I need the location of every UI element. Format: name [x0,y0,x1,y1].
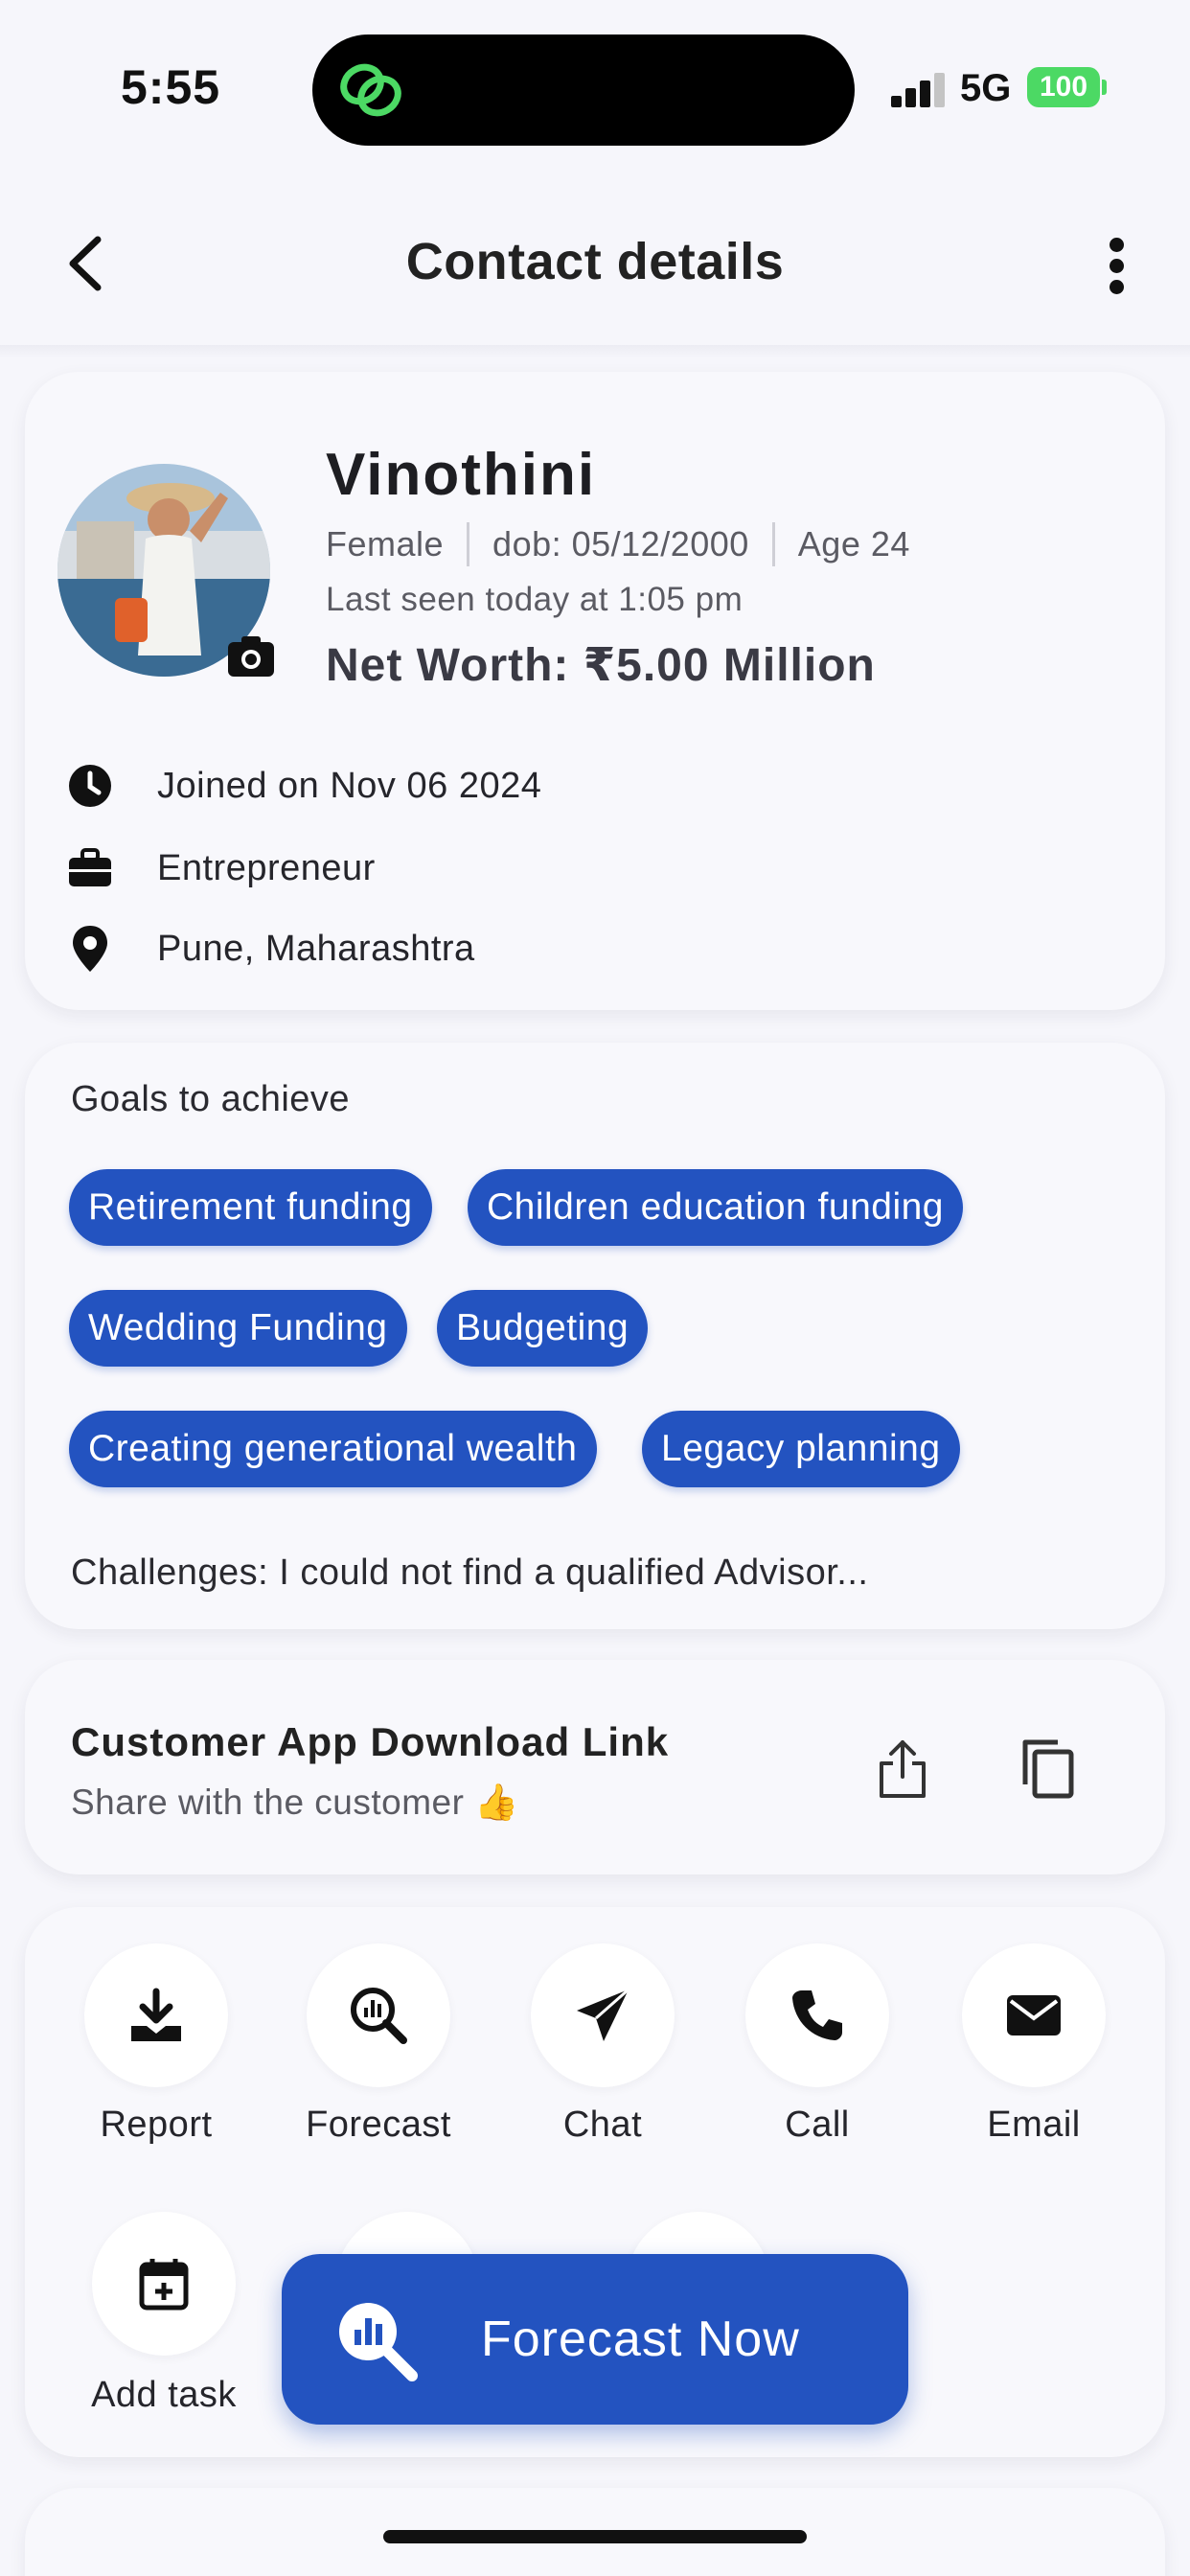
net-worth-text: Net Worth: ₹5.00 Million [326,640,876,691]
goal-chip[interactable]: Children education funding [468,1169,964,1246]
goal-chip[interactable]: Budgeting [437,1290,649,1367]
download-link-subtitle: Share with the customer 👍 [71,1782,519,1822]
status-time: 5:55 [121,60,221,114]
goal-chip[interactable]: Retirement funding [69,1169,432,1246]
battery-nub [1102,80,1107,95]
camera-icon[interactable] [226,632,276,678]
home-indicator[interactable] [383,2530,807,2543]
contact-name: Vinothini [326,442,597,508]
joined-row: Joined on Nov 06 2024 [67,763,541,809]
location-row: Pune, Maharashtra [67,926,475,972]
chat-label: Chat [562,2104,643,2145]
forecast-button[interactable] [307,1944,450,2087]
briefcase-icon [67,845,113,891]
signal-icon [891,73,947,107]
battery-icon: 100 [1027,67,1100,107]
phone-icon [792,1990,842,2040]
app-link-icon [340,63,401,117]
forecast-label: Forecast [306,2104,451,2145]
forecast-now-label: Forecast Now [481,2312,800,2367]
header-divider [0,345,1190,358]
goal-chip[interactable]: Legacy planning [642,1411,960,1487]
add-task-button[interactable] [92,2212,236,2356]
gender-text: Female [326,524,445,564]
call-button[interactable] [745,1944,889,2087]
challenges-text[interactable]: Challenges: I could not find a qualified… [71,1552,868,1594]
copy-icon[interactable] [1018,1736,1077,1800]
download-link-title: Customer App Download Link [71,1719,670,1764]
map-pin-icon [67,926,113,972]
meta-separator [467,522,470,566]
email-label: Email [987,2104,1081,2145]
last-seen-text: Last seen today at 1:05 pm [326,581,744,618]
envelope-icon [1007,1995,1061,2036]
meta-separator [771,522,775,566]
email-button[interactable] [962,1944,1106,2087]
chat-button[interactable] [531,1944,675,2087]
goals-label: Goals to achieve [71,1079,351,1119]
occupation-row: Entrepreneur [67,845,376,891]
report-label: Report [100,2104,213,2145]
location-text: Pune, Maharashtra [157,928,475,969]
call-label: Call [785,2104,850,2145]
forecast-search-icon [351,1988,407,2044]
add-task-label: Add task [91,2375,237,2415]
dob-text: dob: 05/12/2000 [492,524,749,564]
forecast-search-icon [339,2303,418,2381]
calendar-plus-icon [139,2259,189,2311]
download-icon [131,1988,181,2041]
more-options-button[interactable] [1098,232,1136,299]
goal-chip[interactable]: Creating generational wealth [69,1411,597,1487]
clock-icon [67,763,113,809]
report-button[interactable] [84,1944,228,2087]
goal-chip[interactable]: Wedding Funding [69,1290,407,1367]
joined-text: Joined on Nov 06 2024 [157,765,542,806]
age-text: Age 24 [797,524,910,564]
share-icon[interactable] [874,1736,931,1800]
forecast-now-button[interactable]: Forecast Now [282,2254,908,2425]
page-title: Contact details [405,233,785,290]
contact-meta: Female dob: 05/12/2000 Age 24 [326,522,910,566]
download-link-card [25,1660,1165,1874]
network-type: 5G [960,67,1012,109]
send-icon [577,1988,629,2041]
occupation-text: Entrepreneur [157,847,376,888]
